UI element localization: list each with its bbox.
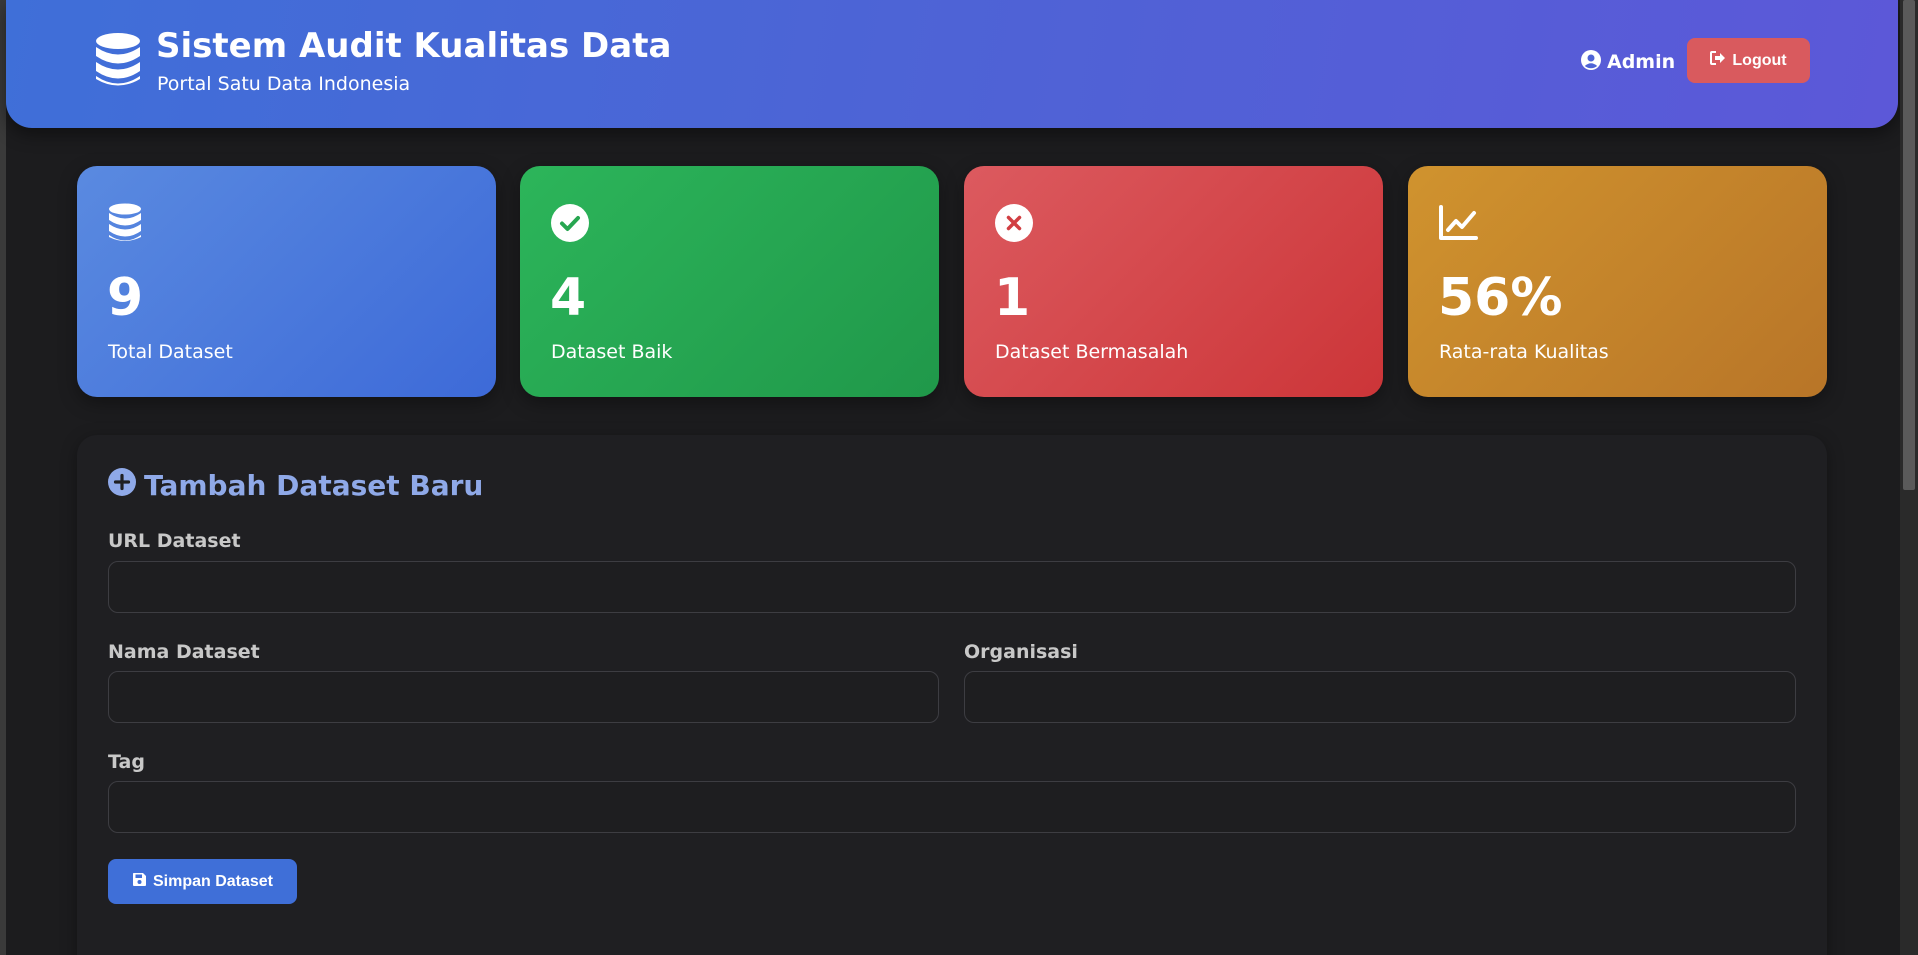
tag-label: Tag <box>108 751 145 773</box>
stat-card-rata-rata-kualitas: 56% Rata-rata Kualitas <box>1408 166 1827 397</box>
logout-label: Logout <box>1732 51 1787 69</box>
stat-card-dataset-baik: 4 Dataset Baik <box>520 166 939 397</box>
app-title: Sistem Audit Kualitas Data <box>156 26 672 66</box>
stat-value: 56% <box>1438 268 1563 328</box>
simpan-dataset-label: Simpan Dataset <box>152 872 274 890</box>
times-circle-icon <box>994 203 1034 243</box>
form-title-text: Tambah Dataset Baru <box>144 469 484 502</box>
url-dataset-label: URL Dataset <box>108 530 241 552</box>
scrollbar-thumb[interactable] <box>1903 0 1915 490</box>
page-edge <box>0 0 6 955</box>
url-dataset-input[interactable] <box>108 561 1796 613</box>
stat-card-total-dataset: 9 Total Dataset <box>77 166 496 397</box>
stat-label: Dataset Bermasalah <box>995 341 1189 363</box>
plus-circle-icon <box>108 468 136 503</box>
page-scrollbar[interactable] <box>1900 0 1918 955</box>
user-menu[interactable]: Admin <box>1581 49 1675 75</box>
stat-card-dataset-bermasalah: 1 Dataset Bermasalah <box>964 166 1383 397</box>
database-icon <box>92 32 144 88</box>
user-circle-icon <box>1581 49 1601 75</box>
chart-line-icon <box>1438 203 1478 243</box>
app-header: Sistem Audit Kualitas Data Portal Satu D… <box>6 0 1898 128</box>
user-name: Admin <box>1607 51 1676 73</box>
simpan-dataset-button[interactable]: Simpan Dataset <box>108 859 297 904</box>
stat-label: Dataset Baik <box>551 341 673 363</box>
sign-out-icon <box>1710 51 1726 70</box>
organisasi-input[interactable] <box>964 671 1796 723</box>
logout-button[interactable]: Logout <box>1687 38 1810 83</box>
stat-value: 4 <box>550 268 587 328</box>
nama-dataset-input[interactable] <box>108 671 939 723</box>
stat-value: 1 <box>994 268 1031 328</box>
form-title: Tambah Dataset Baru <box>108 468 483 503</box>
tag-input[interactable] <box>108 781 1796 833</box>
nama-dataset-label: Nama Dataset <box>108 641 260 663</box>
database-icon <box>107 203 147 243</box>
save-icon <box>132 872 147 892</box>
organisasi-label: Organisasi <box>964 641 1078 663</box>
check-circle-icon <box>550 203 590 243</box>
stat-label: Total Dataset <box>108 341 233 363</box>
stat-value: 9 <box>107 268 144 328</box>
stat-label: Rata-rata Kualitas <box>1439 341 1609 363</box>
app-subtitle: Portal Satu Data Indonesia <box>157 73 411 95</box>
